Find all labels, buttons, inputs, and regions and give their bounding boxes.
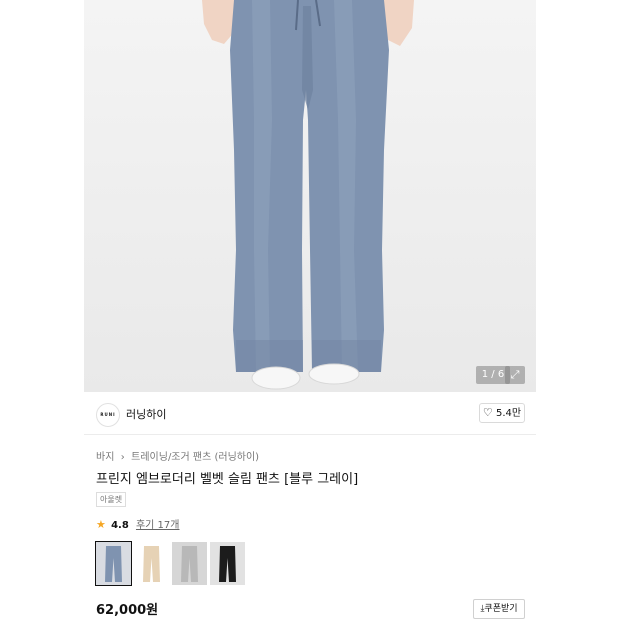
pants-thumbnail-image [172,542,207,585]
store-logo[interactable]: RUNI [96,403,120,427]
breadcrumb-item[interactable]: 바지 [96,448,114,463]
outlet-badge: 아울렛 [96,492,127,507]
pants-illustration [202,0,414,390]
rating-score: 4.8 [111,520,129,531]
store-name[interactable]: 러닝하이 [126,406,166,422]
breadcrumb-item[interactable]: 트레이닝/조거 팬츠 (러닝하이) [131,448,259,463]
product-page: 1 / 6 ⤢ RUNI 러닝하이 ♡ 5.4만 바지 › 트레이닝/조거 팬츠… [84,0,536,620]
review-link[interactable]: 후기 17개 [136,520,180,531]
thumbnail-blue-gray[interactable] [95,541,132,586]
like-button[interactable]: ♡ 5.4만 [479,403,525,423]
thumbnail-light-gray[interactable] [172,542,207,585]
product-title: 프린지 엠브로더리 벨벳 슬림 팬츠 [블루 그레이] [96,472,359,487]
coupon-label: 쿠폰받기 [484,604,518,614]
breadcrumb: 바지 › 트레이닝/조거 팬츠 (러닝하이) [96,448,259,463]
coupon-button[interactable]: ⤓쿠폰받기 [473,599,525,619]
pants-thumbnail-image [210,542,245,585]
expand-icon[interactable]: ⤢ [505,366,525,384]
rating-row: ★ 4.8 후기 17개 [96,516,179,531]
product-hero-image[interactable]: 1 / 6 ⤢ [84,0,536,392]
store-row: RUNI 러닝하이 ♡ 5.4만 [84,398,536,435]
product-price: 62,000원 [96,603,159,618]
pants-thumbnail-image [134,542,169,585]
star-icon: ★ [96,518,106,531]
like-count: 5.4만 [495,408,522,419]
heart-icon: ♡ [482,406,493,419]
thumbnail-black[interactable] [210,542,245,585]
thumbnail-beige[interactable] [134,542,169,585]
chevron-right-icon: › [117,452,128,463]
pants-thumbnail-image [96,542,131,585]
